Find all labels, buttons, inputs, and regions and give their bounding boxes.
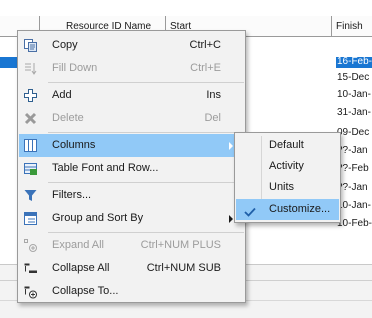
finish-cell[interactable]: 10-Feb-	[337, 218, 372, 230]
menu-item-shortcut: Ins	[206, 89, 221, 101]
finish-cell[interactable]: ??-Jan	[337, 182, 372, 194]
submenu-arrow-icon	[229, 215, 233, 223]
submenu-item-units[interactable]: Units	[236, 177, 339, 198]
copy-icon	[23, 38, 38, 53]
menu-item-label: Expand All	[52, 239, 104, 251]
menu-item-label: Add	[52, 89, 72, 101]
header-finish[interactable]: Finish	[332, 16, 372, 37]
menu-item-shortcut: Ctrl+NUM SUB	[146, 262, 221, 274]
add-icon	[23, 88, 38, 103]
menu-separator	[48, 182, 244, 183]
finish-cell[interactable]: 16-Feb-	[337, 56, 372, 68]
group-sort-icon	[23, 211, 38, 226]
menu-item-label: Delete	[52, 112, 84, 124]
menu-item-shortcut: Ctrl+NUM PLUS	[140, 239, 221, 251]
finish-cell[interactable]: 31-Jan-	[337, 107, 372, 119]
menu-item-table-font-and-row[interactable]: Table Font and Row...	[19, 157, 245, 180]
submenu-item-activity[interactable]: Activity	[236, 156, 339, 177]
menu-item-label: Columns	[52, 139, 96, 151]
menu-item-shortcut: Ctrl+C	[189, 39, 221, 51]
submenu-arrow-icon	[229, 142, 233, 150]
columns-icon	[23, 138, 38, 153]
menu-item-add[interactable]: Add Ins	[19, 84, 245, 107]
menu-separator	[48, 82, 244, 83]
submenu-item-label: Units	[269, 181, 295, 193]
menu-item-label: Table Font and Row...	[52, 162, 159, 174]
submenu-item-customize[interactable]: Customize...	[236, 199, 339, 220]
columns-submenu: Default Activity Units Customize...	[234, 132, 341, 223]
collapse-to-icon	[23, 284, 38, 299]
delete-icon	[23, 111, 38, 126]
menu-item-group-and-sort-by[interactable]: Group and Sort By	[19, 207, 245, 230]
finish-cell[interactable]: ??-Feb	[337, 163, 372, 175]
menu-item-label: Fill Down	[52, 62, 98, 74]
menu-separator	[48, 232, 244, 233]
menu-item-label: Filters...	[52, 189, 92, 201]
collapse-all-icon	[23, 261, 38, 276]
menu-item-fill-down[interactable]: Fill Down Ctrl+E	[19, 57, 245, 80]
fill-down-icon	[23, 61, 38, 76]
menu-item-label: Group and Sort By	[52, 212, 144, 224]
menu-item-collapse-to[interactable]: Collapse To...	[19, 280, 245, 303]
menu-item-copy[interactable]: Copy Ctrl+C	[19, 34, 245, 57]
menu-item-label: Collapse All	[52, 262, 110, 274]
menu-item-expand-all[interactable]: Expand All Ctrl+NUM PLUS	[19, 234, 245, 257]
menu-item-label: Collapse To...	[52, 285, 119, 297]
finish-cell[interactable]: 10-Jan-	[337, 89, 372, 101]
finish-cell[interactable]: ??-Jan	[337, 145, 372, 157]
menu-item-columns[interactable]: Columns	[19, 134, 245, 157]
menu-item-filters[interactable]: Filters...	[19, 184, 245, 207]
menu-separator	[48, 132, 244, 133]
submenu-item-label: Activity	[269, 160, 304, 172]
menu-item-collapse-all[interactable]: Collapse All Ctrl+NUM SUB	[19, 257, 245, 280]
menu-item-shortcut: Ctrl+E	[190, 62, 221, 74]
table-font-icon	[23, 161, 38, 176]
checkmark-icon	[244, 204, 256, 217]
submenu-item-default[interactable]: Default	[236, 135, 339, 156]
filter-icon	[23, 188, 38, 203]
finish-cell[interactable]: 09-Dec	[337, 127, 372, 139]
submenu-item-label: Default	[269, 139, 304, 151]
submenu-item-label: Customize...	[269, 203, 331, 215]
finish-cell[interactable]: 10-Jan-	[337, 200, 372, 212]
finish-cell[interactable]: 15-Dec	[337, 72, 372, 84]
menu-item-label: Copy	[52, 39, 78, 51]
context-menu: Copy Ctrl+C Fill Down Ctrl+E Add Ins Del…	[17, 30, 246, 303]
menu-item-shortcut: Del	[204, 112, 221, 124]
menu-item-delete[interactable]: Delete Del	[19, 107, 245, 130]
expand-all-icon	[23, 238, 38, 253]
